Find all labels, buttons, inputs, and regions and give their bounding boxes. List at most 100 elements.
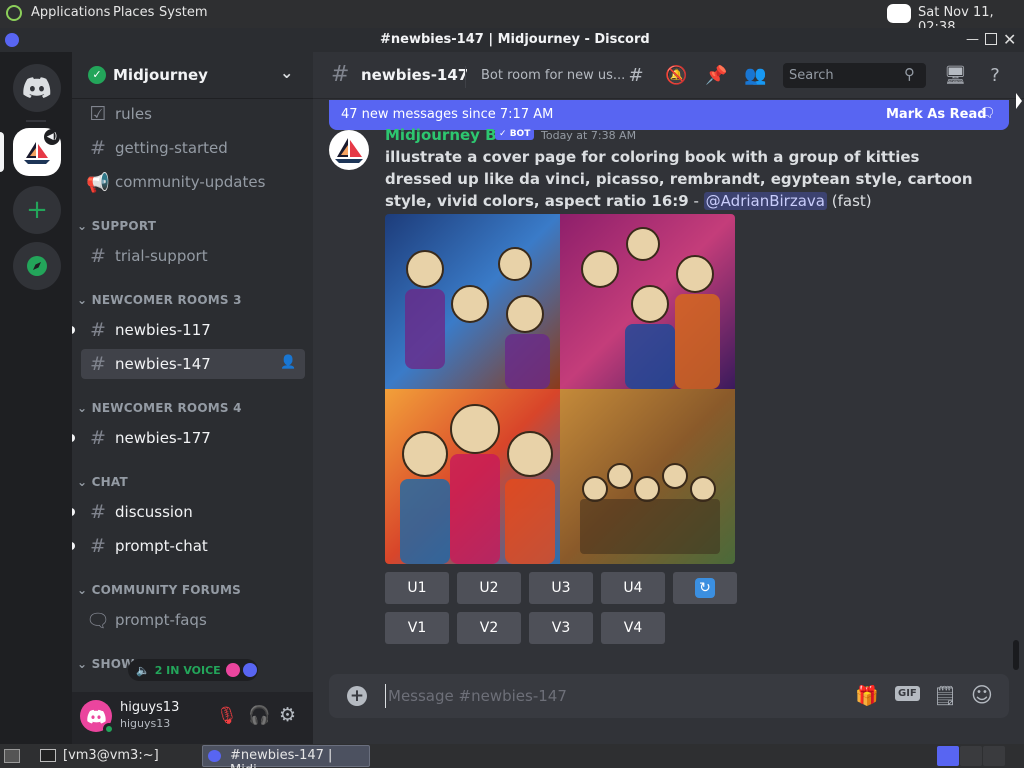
username[interactable]: higuys13 xyxy=(120,700,179,715)
variation-button-4[interactable]: V4 xyxy=(601,612,665,644)
upscale-button-1[interactable]: U1 xyxy=(385,572,449,604)
category-support[interactable]: ⌄ SUPPORT xyxy=(77,219,156,233)
chat-area: # newbies-147 Bot room for new us... # 🔕… xyxy=(313,52,1024,744)
invite-member-icon[interactable]: 👤 xyxy=(280,355,296,370)
bot-avatar[interactable] xyxy=(329,130,369,170)
category-newcomer-rooms-3[interactable]: ⌄ NEWCOMER ROOMS 3 xyxy=(77,293,242,307)
channel-trial-support[interactable]: # trial-support xyxy=(81,241,305,271)
member-list-icon[interactable]: 👥 xyxy=(744,65,766,87)
hash-threads-icon: # xyxy=(90,353,106,375)
variation-button-2[interactable]: V2 xyxy=(457,612,521,644)
channel-title: newbies-147 xyxy=(361,66,469,84)
threads-icon[interactable]: # xyxy=(625,65,647,87)
channel-discussion[interactable]: # discussion xyxy=(81,497,305,527)
workspace-switcher[interactable] xyxy=(983,746,1005,766)
channel-topic[interactable]: Bot room for new us... xyxy=(481,68,625,83)
taskbar-label: [vm3@vm3:~] xyxy=(63,748,159,763)
minimize-icon[interactable]: — xyxy=(966,32,979,47)
taskbar-item-discord[interactable]: #newbies-147 | Midj... xyxy=(202,745,370,768)
mute-mic-icon[interactable]: 🎙 xyxy=(216,706,238,726)
reroll-button[interactable]: ↻ xyxy=(673,572,737,604)
user-tag: higuys13 xyxy=(120,717,171,730)
headphones-icon[interactable]: 🎧 xyxy=(248,705,270,726)
gnome-foot-icon[interactable] xyxy=(6,5,22,21)
channel-label: community-updates xyxy=(115,173,266,191)
places-menu[interactable]: Places xyxy=(113,5,154,20)
workspace-switcher[interactable] xyxy=(960,746,982,766)
discord-tray-icon[interactable] xyxy=(887,4,911,23)
gif-button[interactable]: GIF xyxy=(895,686,920,701)
gift-icon[interactable]: 🎁 xyxy=(855,684,879,707)
channel-label: discussion xyxy=(115,503,193,521)
add-server-button[interactable]: + xyxy=(13,186,61,234)
speaker-icon: 🔈 xyxy=(136,663,150,677)
home-button[interactable] xyxy=(13,64,61,112)
hash-icon: # xyxy=(90,137,106,159)
maximize-icon[interactable] xyxy=(985,33,997,45)
scrollbar-thumb[interactable] xyxy=(1013,640,1019,670)
help-icon[interactable]: ? xyxy=(984,65,1006,87)
channel-newbies-117[interactable]: # newbies-117 xyxy=(81,315,305,345)
megaphone-icon: 📢 xyxy=(86,171,110,194)
category-label: NEWCOMER ROOMS 3 xyxy=(91,293,242,307)
upscale-button-4[interactable]: U4 xyxy=(601,572,665,604)
channel-getting-started[interactable]: # getting-started xyxy=(81,133,305,163)
upscale-button-3[interactable]: U3 xyxy=(529,572,593,604)
discord-taskbar-icon xyxy=(208,750,221,762)
unread-indicator xyxy=(72,434,75,442)
search-input[interactable]: Search ⚲ xyxy=(783,63,926,88)
taskbar-item-terminal[interactable]: [vm3@vm3:~] xyxy=(38,746,196,766)
channel-newbies-177[interactable]: # newbies-177 xyxy=(81,423,305,453)
close-icon[interactable]: ✕ xyxy=(1003,30,1016,49)
workspace-switcher[interactable] xyxy=(937,746,959,766)
hash-icon: # xyxy=(90,501,106,523)
mark-as-read-button[interactable]: Mark As Read xyxy=(886,107,987,122)
notification-muted-icon[interactable]: 🔕 xyxy=(665,65,687,87)
add-attachment-icon[interactable]: + xyxy=(347,686,367,706)
unread-indicator xyxy=(72,542,75,550)
category-show[interactable]: ⌄ SHOW xyxy=(77,657,135,671)
channel-label: rules xyxy=(115,105,152,123)
channel-rules[interactable]: ☑ rules xyxy=(81,99,305,129)
category-label: COMMUNITY FORUMS xyxy=(91,583,242,597)
channel-prompt-faqs[interactable]: 🗨 prompt-faqs xyxy=(81,605,305,635)
channel-community-updates[interactable]: 📢 community-updates xyxy=(81,167,305,197)
message-input[interactable]: Message #newbies-147 xyxy=(385,684,785,708)
explore-servers-button[interactable] xyxy=(13,242,61,290)
generated-image-grid[interactable] xyxy=(385,214,735,564)
upscale-button-2[interactable]: U2 xyxy=(457,572,521,604)
voice-badge[interactable]: 🔈 2 IN VOICE xyxy=(128,659,258,681)
channel-label: newbies-147 xyxy=(115,355,211,373)
channel-label: prompt-chat xyxy=(115,537,208,555)
server-list: ◀) + xyxy=(0,52,72,744)
pin-icon[interactable]: 📌 xyxy=(705,65,727,87)
selected-guild-pill xyxy=(0,132,4,172)
status-dot xyxy=(103,723,115,735)
bot-tag: ✓ BOT xyxy=(495,128,535,140)
channel-prompt-chat[interactable]: # prompt-chat xyxy=(81,531,305,561)
server-header[interactable]: ✓ Midjourney ⌄ xyxy=(72,52,313,99)
variation-button-1[interactable]: V1 xyxy=(385,612,449,644)
sticker-icon[interactable]: 🗒 xyxy=(933,684,957,707)
category-chat[interactable]: ⌄ CHAT xyxy=(77,475,128,489)
channel-sidebar: ✓ Midjourney ⌄ ☑ rules # getting-started 📢… xyxy=(72,52,313,744)
channel-header: # newbies-147 Bot room for new us... # 🔕… xyxy=(313,52,1024,99)
settings-gear-icon[interactable]: ⚙ xyxy=(279,704,296,726)
unread-indicator xyxy=(72,326,75,334)
user-mention[interactable]: @AdrianBirzava xyxy=(703,192,827,210)
hash-icon: # xyxy=(90,245,106,267)
category-newcomer-rooms-4[interactable]: ⌄ NEWCOMER ROOMS 4 xyxy=(77,401,242,415)
show-desktop-icon[interactable] xyxy=(4,749,20,763)
variation-button-3[interactable]: V3 xyxy=(529,612,593,644)
header-divider xyxy=(465,66,466,88)
category-community-forums[interactable]: ⌄ COMMUNITY FORUMS xyxy=(77,583,241,597)
banner-text: 47 new messages since 7:17 AM xyxy=(341,107,554,122)
emoji-icon[interactable]: ☺ xyxy=(971,683,993,707)
hash-threads-icon: # xyxy=(90,427,106,449)
inbox-icon[interactable]: 🖥 xyxy=(944,65,967,87)
channel-label: prompt-faqs xyxy=(115,611,207,629)
channel-newbies-147[interactable]: # newbies-147 👤 xyxy=(81,349,305,379)
system-menu[interactable]: System xyxy=(159,5,207,20)
applications-menu[interactable]: Applications xyxy=(31,5,110,20)
separator: - xyxy=(688,192,704,210)
